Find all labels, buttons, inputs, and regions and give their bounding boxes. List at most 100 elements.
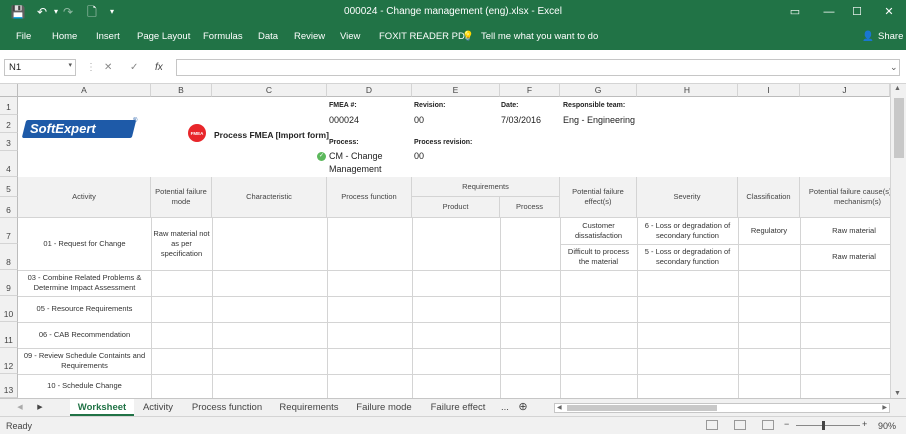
characteristic-header[interactable]: Characteristic — [212, 177, 327, 218]
page-layout-view-icon[interactable] — [734, 420, 746, 430]
scroll-left-icon[interactable]: ◀ — [557, 404, 562, 411]
process-function-header[interactable]: Process function — [327, 177, 412, 218]
column-header-j[interactable]: J — [800, 84, 890, 97]
name-box[interactable]: N1 ▾ — [4, 59, 76, 76]
expand-formula-bar-icon[interactable]: ⌄ — [890, 59, 898, 76]
scroll-down-icon[interactable]: ▼ — [894, 390, 901, 397]
tab-insert[interactable]: Insert — [96, 31, 120, 42]
date-value[interactable]: 7/03/2016 — [501, 114, 541, 127]
share-button[interactable]: Share — [878, 31, 903, 42]
severity-cell[interactable]: 6 - Loss or degradation of secondary fun… — [637, 218, 738, 244]
column-header-g[interactable]: G — [560, 84, 637, 97]
sheet-tab-requirements[interactable]: Requirements — [275, 399, 343, 416]
maximize-button[interactable]: ☐ — [840, 0, 874, 24]
scroll-up-icon[interactable]: ▲ — [894, 85, 901, 92]
activity-cell[interactable]: 01 - Request for Change — [18, 218, 151, 270]
activity-header[interactable]: Activity — [18, 177, 151, 218]
tab-formulas[interactable]: Formulas — [203, 31, 243, 42]
activity-cell[interactable]: 09 - Review Schedule Containts and Requi… — [18, 348, 151, 374]
prev-sheet-icon[interactable]: ◀ — [14, 399, 26, 416]
revision-value[interactable]: 00 — [414, 114, 424, 127]
insert-function-icon[interactable]: fx — [155, 59, 163, 76]
add-sheet-icon[interactable]: ⊕ — [516, 399, 530, 416]
column-header-d[interactable]: D — [327, 84, 412, 97]
failure-effects-header[interactable]: Potential failure effect(s) — [560, 177, 637, 218]
failure-effect-cell[interactable]: Customer dissatisfaction — [560, 218, 637, 244]
zoom-out-button[interactable]: − — [784, 419, 789, 429]
severity-cell[interactable]: 5 - Loss or degradation of secondary fun… — [637, 244, 738, 270]
sheet-tab-process-function[interactable]: Process function — [188, 399, 266, 416]
requirements-header[interactable]: Requirements — [412, 177, 560, 197]
row-header-5[interactable]: 5 — [0, 177, 18, 197]
row-header-11[interactable]: 11 — [0, 322, 18, 348]
vertical-scrollbar[interactable]: ▲ ▼ — [890, 84, 906, 398]
row-header-7[interactable]: 7 — [0, 218, 18, 244]
zoom-in-button[interactable]: + — [862, 419, 867, 429]
zoom-slider[interactable] — [796, 425, 860, 426]
formula-input[interactable] — [176, 59, 900, 76]
activity-cell[interactable]: 03 - Combine Related Problems & Determin… — [18, 270, 151, 296]
cancel-icon[interactable]: ✕ — [104, 59, 112, 76]
sheet-tab-failure-mode[interactable]: Failure mode — [352, 399, 416, 416]
normal-view-icon[interactable] — [706, 420, 718, 430]
failure-effect-cell[interactable]: Difficult to process the material — [560, 244, 637, 270]
ribbon-display-options-icon[interactable]: ▭ — [778, 0, 812, 24]
tab-home[interactable]: Home — [52, 31, 77, 42]
sheet-tab-failure-effect[interactable]: Failure effect — [426, 399, 490, 416]
page-break-view-icon[interactable] — [762, 420, 774, 430]
tab-page-layout[interactable]: Page Layout — [137, 31, 190, 42]
tab-file[interactable]: File — [16, 31, 31, 42]
responsible-team-value[interactable]: Eng - Engineering — [563, 114, 635, 127]
row-header-12[interactable]: 12 — [0, 348, 18, 374]
row-header-1[interactable]: 1 — [0, 97, 18, 115]
tab-foxit-reader-pdf[interactable]: FOXIT READER PDF — [379, 31, 471, 42]
more-sheets-button[interactable]: ... — [498, 399, 512, 416]
row-header-10[interactable]: 10 — [0, 296, 18, 322]
tab-view[interactable]: View — [340, 31, 360, 42]
tell-me-search[interactable]: Tell me what you want to do — [481, 31, 598, 42]
worksheet-grid[interactable]: A B C D E F G H I J 1 2 3 4 5 6 7 8 9 10… — [0, 84, 906, 398]
row-header-13[interactable]: 13 — [0, 374, 18, 398]
process-header[interactable]: Process — [500, 197, 560, 218]
scroll-thumb[interactable] — [567, 405, 717, 411]
column-header-i[interactable]: I — [738, 84, 800, 97]
product-header[interactable]: Product — [412, 197, 500, 218]
horizontal-scrollbar[interactable]: ◀ ▶ — [554, 403, 890, 413]
row-header-8[interactable]: 8 — [0, 244, 18, 270]
scroll-right-icon[interactable]: ▶ — [882, 404, 887, 411]
severity-header[interactable]: Severity — [637, 177, 738, 218]
activity-cell[interactable]: 10 - Schedule Change — [18, 374, 151, 398]
classification-cell[interactable]: Regulatory — [738, 218, 800, 244]
column-header-e[interactable]: E — [412, 84, 500, 97]
column-header-b[interactable]: B — [151, 84, 212, 97]
select-all-corner[interactable] — [0, 84, 18, 97]
process-revision-value[interactable]: 00 — [414, 150, 424, 163]
close-button[interactable]: ✕ — [872, 0, 906, 24]
column-header-a[interactable]: A — [18, 84, 151, 97]
activity-cell[interactable]: 05 - Resource Requirements — [18, 296, 151, 322]
activity-cell[interactable]: 06 - CAB Recommendation — [18, 322, 151, 348]
column-header-c[interactable]: C — [212, 84, 327, 97]
row-header-2[interactable]: 2 — [0, 115, 18, 133]
row-header-4[interactable]: 4 — [0, 151, 18, 177]
row-header-6[interactable]: 6 — [0, 197, 18, 218]
sheet-tab-activity[interactable]: Activity — [138, 399, 178, 416]
tab-review[interactable]: Review — [294, 31, 325, 42]
next-sheet-icon[interactable]: ▶ — [34, 399, 46, 416]
failure-mode-cell[interactable]: Raw material not as per specification — [151, 218, 212, 270]
fmea-number-value[interactable]: 000024 — [329, 114, 359, 127]
failure-mode-header[interactable]: Potential failure mode — [151, 177, 212, 218]
classification-header[interactable]: Classification — [738, 177, 800, 218]
process-value[interactable]: CM - Change Management — [329, 150, 404, 176]
column-header-f[interactable]: F — [500, 84, 560, 97]
zoom-slider-thumb[interactable] — [822, 421, 825, 430]
zoom-level[interactable]: 90% — [878, 421, 896, 431]
row-header-3[interactable]: 3 — [0, 133, 18, 151]
row-header-9[interactable]: 9 — [0, 270, 18, 296]
enter-icon[interactable]: ✓ — [130, 59, 138, 76]
tab-data[interactable]: Data — [258, 31, 278, 42]
scroll-thumb[interactable] — [894, 98, 904, 158]
chevron-down-icon[interactable]: ▾ — [68, 61, 72, 69]
column-header-h[interactable]: H — [637, 84, 738, 97]
sheet-tab-worksheet[interactable]: Worksheet — [70, 399, 134, 416]
